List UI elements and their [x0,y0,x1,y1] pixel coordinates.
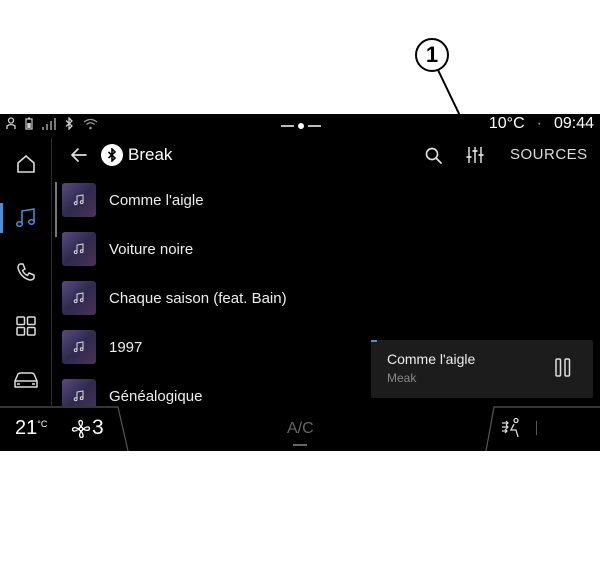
source-title: Break [128,145,173,164]
bluetooth-source-badge [101,144,123,166]
infotainment-screen: 10°C · 09:44 Break SOURCES Comme l'aigle… [0,114,600,451]
search-icon[interactable] [424,146,443,165]
now-playing-card[interactable]: Comme l'aigle Meak [371,340,593,398]
ac-button[interactable]: A/C [287,420,314,438]
home-icon [17,155,35,173]
separator [536,421,537,435]
music-note-icon [73,292,84,304]
ac-status-indicator [293,444,307,446]
track-title: Généalogique [109,388,203,405]
car-icon [14,372,38,388]
page-indicator-dash [308,125,321,127]
sidebar-nav [0,138,52,406]
apps-grid-icon [16,316,36,336]
album-art-thumbnail [62,330,96,364]
page-indicator [281,123,321,129]
status-right: 10°C · 09:44 [489,115,594,133]
album-art-thumbnail [62,232,96,266]
outside-temperature: 10°C [488,115,525,132]
phone-icon [17,263,35,281]
now-playing-artist: Meak [387,371,417,385]
sidebar-item-vehicle[interactable] [0,354,52,406]
header: Break SOURCES [52,138,600,176]
page-indicator-dash [281,125,294,127]
air-distribution-control[interactable] [486,406,600,451]
sidebar-item-apps[interactable] [0,300,52,352]
track-item[interactable]: Voiture noire [52,229,600,278]
cabin-temperature: 21°C [15,417,48,439]
bluetooth-icon [65,117,73,130]
sidebar-item-home[interactable] [0,138,52,190]
user-profile-icon [6,117,16,129]
active-indicator [0,203,3,233]
driver-temperature-control[interactable]: 21°C 3 [0,406,128,451]
climate-bar: 21°C 3 A/C [0,406,600,451]
sidebar-item-phone[interactable] [0,246,52,298]
equalizer-settings-icon[interactable] [466,145,484,165]
music-icon [15,208,36,227]
back-arrow-icon[interactable] [70,147,88,163]
signal-icon [42,117,56,130]
track-title: Voiture noire [109,241,194,258]
status-icons [6,117,98,130]
clock: 09:44 [553,115,594,132]
battery-icon [25,117,33,130]
sidebar-item-music[interactable] [0,192,52,244]
temperature-unit: °C [37,419,48,429]
music-note-icon [73,390,84,402]
album-art-thumbnail [62,281,96,315]
bluetooth-icon [107,148,117,162]
now-playing-title: Comme l'aigle [387,351,476,367]
fan-speed-level: 3 [92,416,104,439]
pause-icon[interactable] [554,358,572,378]
track-title: 1997 [109,339,143,356]
music-note-icon [73,243,84,255]
fan-icon [71,419,91,439]
wifi-icon [83,118,98,129]
callout-marker: 1 [415,38,449,72]
music-note-icon [73,341,84,353]
callout-label: 1 [425,42,439,67]
air-distribution-icon [502,417,519,438]
track-title: Chaque saison (feat. Bain) [109,290,287,307]
page-indicator-dot [298,123,304,129]
progress-indicator [371,340,377,342]
album-art-thumbnail [62,379,96,406]
list-scrollbar[interactable] [55,182,57,237]
sources-button[interactable]: SOURCES [510,146,588,163]
track-title: Comme l'aigle [109,192,204,209]
track-item[interactable]: Comme l'aigle [52,180,600,229]
status-separator: · [536,115,542,132]
track-item[interactable]: Chaque saison (feat. Bain) [52,278,600,327]
status-bar: 10°C · 09:44 [0,114,600,136]
album-art-thumbnail [62,183,96,217]
music-note-icon [73,194,84,206]
